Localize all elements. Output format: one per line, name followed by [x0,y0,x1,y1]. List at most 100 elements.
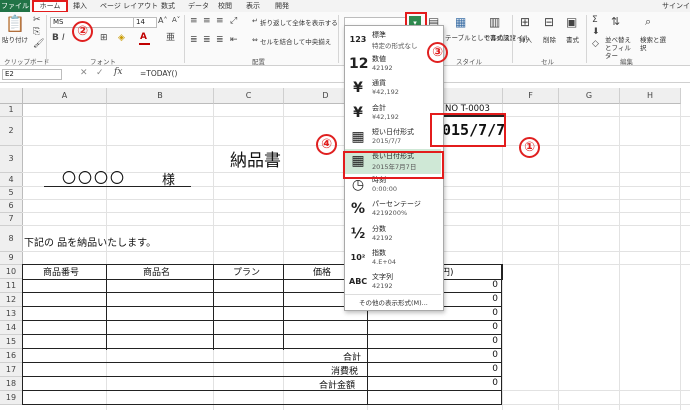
format-option-preview: 42192 [372,233,393,242]
col-header-a[interactable]: A [23,88,107,104]
bottom-align-icon[interactable]: ≡ [216,17,224,26]
orientation-icon[interactable]: ⤢ [230,17,237,26]
format-option[interactable]: % パーセンテージ 4219200% [345,197,441,222]
row-header[interactable]: 18 [0,377,23,391]
row-header[interactable]: 2 [0,117,23,146]
clear-icon[interactable]: ◇ [592,40,599,49]
cell-style-icon[interactable]: ▥ [489,16,500,28]
autosum-icon[interactable]: Σ [592,16,598,25]
more-formats-link[interactable]: その他の表示形式(M)... [359,297,428,307]
fx-icon[interactable]: fx [114,68,122,77]
subtotal-cell[interactable]: 0 [478,350,498,360]
format-painter-icon[interactable]: 🖌 [33,40,44,49]
delete-cells-button[interactable]: 削除 [543,36,556,44]
border-icon[interactable]: ⊞ [100,34,108,43]
row-header[interactable]: 5 [0,187,23,200]
italic-icon[interactable]: I [62,34,65,43]
merge-icon[interactable]: ⇔ [252,37,258,44]
row-header[interactable]: 13 [0,307,23,321]
row-header[interactable]: 11 [0,279,23,293]
row-header[interactable]: 1 [0,104,23,117]
grand-total-cell[interactable]: 0 [478,378,498,388]
font-color-icon[interactable]: A [140,33,147,42]
row-header[interactable]: 12 [0,293,23,307]
enter-icon[interactable]: ✓ [96,69,104,78]
col-header-h[interactable]: H [620,88,681,104]
tab-insert[interactable]: 挿入 [73,1,87,11]
row-header[interactable]: 16 [0,349,23,363]
col-header-f[interactable]: F [503,88,559,104]
name-box[interactable]: E2 [2,69,62,80]
amount-cell[interactable]: 0 [478,308,498,318]
row-header[interactable]: 15 [0,335,23,349]
signin-link[interactable]: サインイン [662,1,690,11]
amount-cell[interactable]: 0 [478,280,498,290]
bold-icon[interactable]: B [52,34,59,43]
font-size-box[interactable]: 14 [133,17,157,28]
fill-icon[interactable]: ⬇ [592,28,600,37]
tab-developer[interactable]: 開発 [275,1,289,11]
tab-formulas[interactable]: 数式 [161,1,175,11]
row-header[interactable]: 10 [0,265,23,279]
separator [512,15,513,63]
formula-input[interactable]: =TODAY() [140,70,177,78]
increase-font-icon[interactable]: A˄ [158,17,167,25]
format-option[interactable]: ¥ 通貨 ¥42,192 [345,76,441,101]
delete-cells-icon[interactable]: ⊟ [544,16,554,28]
select-all-corner[interactable] [0,88,23,104]
find-select-button[interactable]: 検索と選択 [640,36,666,52]
amount-cell[interactable]: 0 [478,294,498,304]
tab-file[interactable]: ファイル [0,0,30,12]
left-align-icon[interactable]: ≣ [190,36,198,45]
format-option[interactable]: 10² 指数 4.E+04 [345,246,441,271]
amount-cell[interactable]: 0 [478,336,498,346]
format-option[interactable]: ABC 文字列 42192 [345,270,441,295]
format-option[interactable]: ¥ 会計 ¥42,192 [345,101,441,126]
wrap-text-button[interactable]: 折り返して全体を表示する [260,19,338,27]
row-header[interactable]: 4 [0,173,23,187]
sort-filter-icon[interactable]: ⇅ [611,16,620,27]
format-cells-icon[interactable]: ▣ [566,16,577,28]
row-header[interactable]: 14 [0,321,23,335]
format-cells-button[interactable]: 書式 [566,36,579,44]
tab-review[interactable]: 校閲 [218,1,232,11]
find-select-icon[interactable]: ⌕ [645,16,651,27]
format-option-name: 数値 [372,55,386,64]
paste-label[interactable]: 貼り付け [2,36,28,44]
middle-align-icon[interactable]: ≡ [203,17,211,26]
tab-page-layout[interactable]: ページ レイアウト [100,1,158,11]
decrease-font-icon[interactable]: A˅ [172,17,180,24]
format-option[interactable]: ½ 分数 42192 [345,222,441,247]
paste-icon[interactable]: 📋 [5,16,25,32]
insert-cells-icon[interactable]: ⊞ [520,16,530,28]
right-align-icon[interactable]: ≣ [216,36,224,45]
phonetic-icon[interactable]: 亜 [166,34,175,43]
row-header[interactable]: 6 [0,200,23,213]
center-align-icon[interactable]: ≣ [203,36,211,45]
row-header[interactable]: 8 [0,226,23,252]
row-header[interactable]: 17 [0,363,23,377]
merge-center-button[interactable]: セルを結合して中央揃え [260,38,331,46]
col-header-g[interactable]: G [559,88,620,104]
amount-cell[interactable]: 0 [478,322,498,332]
cancel-icon[interactable]: ✕ [80,69,88,78]
copy-icon[interactable]: ⎘ [33,28,40,37]
tax-cell[interactable]: 0 [478,364,498,374]
wrap-text-icon[interactable]: ↵ [252,18,258,25]
row-header[interactable]: 7 [0,213,23,226]
col-header-b[interactable]: B [107,88,214,104]
row-header[interactable]: 3 [0,146,23,173]
cut-icon[interactable]: ✂ [33,16,41,25]
insert-cells-button[interactable]: 挿入 [519,36,532,44]
top-align-icon[interactable]: ≡ [190,17,198,26]
table-format-icon[interactable]: ▦ [455,16,466,28]
row-header[interactable]: 19 [0,391,23,405]
col-header-c[interactable]: C [214,88,284,104]
separator [184,15,185,63]
indent-icon[interactable]: ⇤ [230,36,238,45]
tab-data[interactable]: データ [188,1,209,11]
format-option[interactable]: ▦ 短い日付形式 2015/7/7 [345,125,441,150]
fill-color-icon[interactable]: ◈ [118,34,125,43]
tab-view[interactable]: 表示 [246,1,260,11]
row-header[interactable]: 9 [0,252,23,265]
